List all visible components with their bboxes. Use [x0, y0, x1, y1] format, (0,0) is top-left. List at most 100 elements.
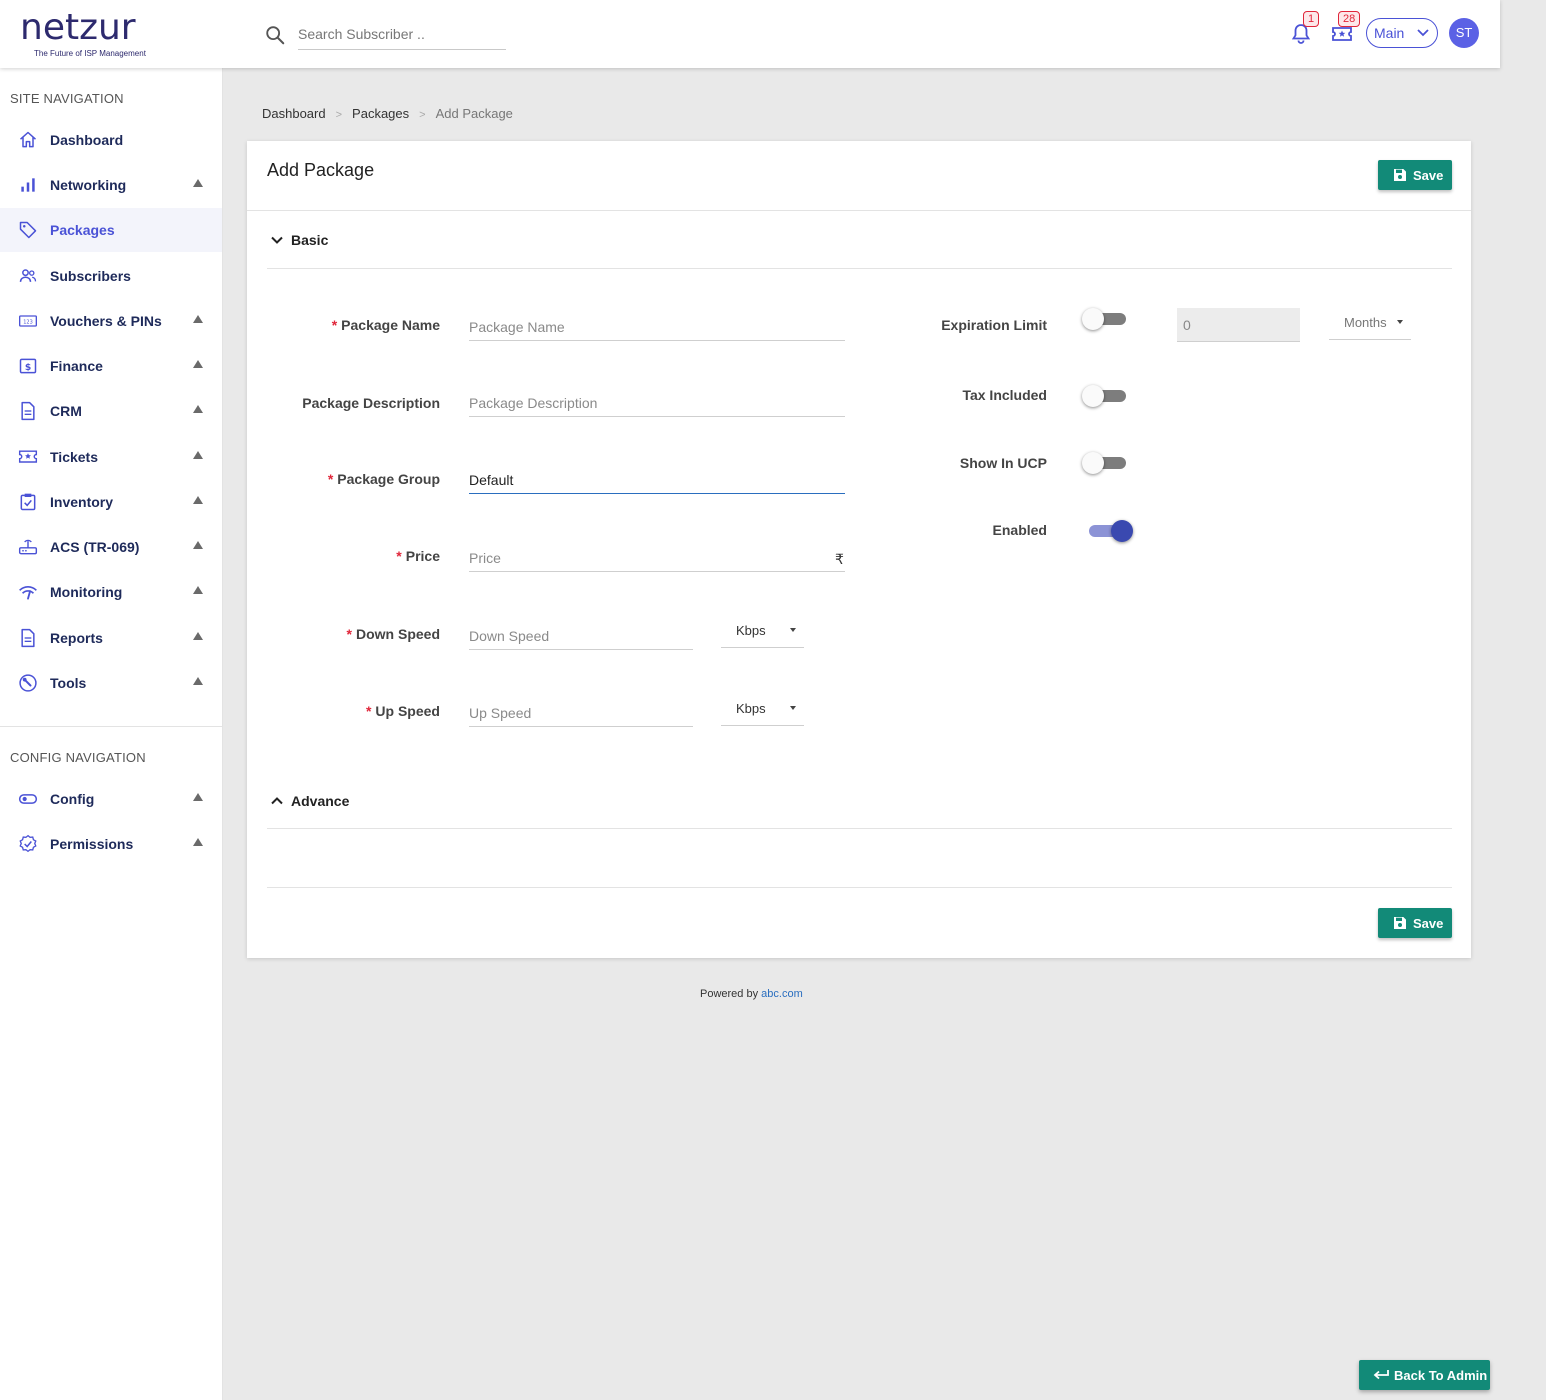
toggle-knob — [1082, 385, 1104, 407]
breadcrumb-packages[interactable]: Packages — [352, 106, 409, 121]
expiration-unit-value: Months — [1344, 315, 1387, 330]
floppy-disk-icon — [1394, 917, 1406, 929]
expand-caret-icon[interactable] — [193, 451, 203, 459]
sidebar-item-label: Networking — [50, 177, 127, 193]
sidebar-item-label: Permissions — [50, 836, 134, 852]
sidebar-item-acs[interactable]: ACS (TR-069) — [0, 525, 222, 569]
sidebar-item-label: Packages — [50, 222, 115, 238]
expiration-unit-select[interactable]: Months — [1329, 306, 1411, 340]
sidebar-item-label: ACS (TR-069) — [50, 539, 140, 555]
expand-caret-icon[interactable] — [193, 315, 203, 323]
section-basic-divider — [267, 268, 1452, 269]
users-icon — [19, 269, 37, 282]
expand-caret-icon[interactable] — [193, 586, 203, 594]
expand-caret-icon[interactable] — [193, 405, 203, 413]
expand-caret-icon[interactable] — [193, 179, 203, 187]
up-speed-unit-select[interactable]: Kbps — [721, 692, 804, 726]
save-button-bottom[interactable]: Save — [1378, 908, 1452, 938]
toggle-icon — [18, 794, 38, 804]
expiration-limit-input[interactable] — [1177, 308, 1300, 342]
expand-caret-icon[interactable] — [193, 677, 203, 685]
expand-caret-icon[interactable] — [193, 541, 203, 549]
save-button-top[interactable]: Save — [1378, 160, 1452, 190]
breadcrumb-current: Add Package — [435, 106, 513, 121]
required-asterisk: * — [346, 626, 352, 642]
package-group-label: * Package Group — [328, 471, 440, 487]
package-group-input[interactable] — [469, 460, 845, 494]
logo-wordmark: netzur — [20, 7, 136, 48]
powered-by-link[interactable]: abc.com — [761, 988, 803, 1000]
package-name-label: * Package Name — [332, 317, 440, 333]
toggle-knob — [1111, 520, 1133, 542]
required-asterisk: * — [331, 317, 338, 333]
sidebar-item-permissions[interactable]: Permissions — [0, 822, 222, 866]
down-speed-unit-select[interactable]: Kbps — [721, 614, 804, 648]
expand-caret-icon[interactable] — [193, 632, 203, 640]
logo[interactable]: netzur The Future of ISP Management — [20, 10, 170, 60]
up-speed-input[interactable] — [469, 693, 693, 727]
sidebar-item-label: Dashboard — [50, 132, 124, 148]
package-group-label-text: Package Group — [337, 471, 440, 487]
expand-caret-icon[interactable] — [193, 793, 203, 801]
sidebar-item-tickets[interactable]: Tickets — [0, 435, 222, 479]
page-title: Add Package — [267, 160, 375, 180]
down-speed-input[interactable] — [469, 616, 693, 650]
avatar[interactable]: ST — [1449, 18, 1479, 48]
sidebar-item-label: Config — [50, 791, 95, 807]
expand-caret-icon[interactable] — [193, 360, 203, 368]
sidebar-item-label: Reports — [50, 630, 103, 646]
expiration-limit-toggle[interactable] — [1082, 308, 1130, 330]
sidebar-item-config[interactable]: Config — [0, 777, 222, 821]
search-input[interactable] — [298, 18, 506, 50]
return-arrow-icon — [1373, 1370, 1389, 1380]
home-icon — [20, 131, 36, 148]
dropdown-arrow-icon — [1397, 320, 1403, 324]
save-button-label: Save — [1413, 916, 1444, 931]
package-description-input[interactable] — [469, 383, 845, 417]
package-name-input[interactable] — [469, 307, 845, 341]
back-to-admin-button[interactable]: Back To Admin — [1359, 1360, 1490, 1390]
sidebar-item-crm[interactable]: CRM — [0, 389, 222, 433]
expand-caret-icon[interactable] — [193, 496, 203, 504]
sidebar-item-reports[interactable]: Reports — [0, 616, 222, 660]
sidebar-item-inventory[interactable]: Inventory — [0, 480, 222, 524]
sidebar-item-networking[interactable]: Networking — [0, 163, 222, 207]
add-package-card: Add Package Save Basic * Package Name Pac… — [247, 141, 1471, 958]
branch-select[interactable]: Main — [1366, 18, 1438, 48]
clipboard-check-icon — [20, 493, 36, 511]
sidebar-item-packages[interactable]: Packages — [0, 208, 222, 252]
show-in-ucp-label: Show In UCP — [959, 455, 1047, 471]
up-speed-label-text: Up Speed — [375, 703, 440, 719]
sidebar-item-label: Subscribers — [50, 268, 131, 284]
sidebar-item-dashboard[interactable]: Dashboard — [0, 118, 222, 162]
enabled-label: Enabled — [992, 522, 1047, 538]
ticket-icon — [18, 450, 38, 463]
footer: Powered by abc.com — [700, 988, 803, 1000]
title-divider — [247, 210, 1471, 211]
notifications-badge: 1 — [1303, 11, 1320, 27]
sidebar-item-vouchers[interactable]: 123 Vouchers & PINs — [0, 299, 222, 343]
sidebar-item-label: Inventory — [50, 494, 114, 510]
sidebar-item-finance[interactable]: $ Finance — [0, 344, 222, 388]
breadcrumb-dashboard[interactable]: Dashboard — [262, 106, 326, 121]
tag-icon — [19, 221, 37, 239]
show-in-ucp-toggle[interactable] — [1082, 452, 1130, 474]
enabled-toggle[interactable] — [1085, 520, 1133, 542]
tax-included-toggle[interactable] — [1082, 385, 1130, 407]
search-icon[interactable] — [264, 24, 286, 46]
sidebar-item-subscribers[interactable]: Subscribers — [0, 254, 222, 298]
breadcrumb-separator: > — [419, 109, 426, 121]
required-asterisk: * — [327, 471, 334, 487]
sidebar-item-tools[interactable]: Tools — [0, 661, 222, 705]
price-input[interactable] — [469, 538, 845, 572]
sidebar-item-label: Monitoring — [50, 584, 123, 600]
up-speed-unit-value: Kbps — [736, 701, 766, 716]
required-asterisk: * — [365, 703, 372, 719]
report-icon — [21, 628, 35, 648]
sidebar-item-monitoring[interactable]: Monitoring — [0, 570, 222, 614]
section-advance-title: Advance — [291, 793, 350, 809]
price-label-text: Price — [405, 548, 440, 564]
package-name-label-text: Package Name — [341, 317, 440, 333]
dollar-icon: $ — [19, 358, 37, 374]
expand-caret-icon[interactable] — [193, 838, 203, 846]
